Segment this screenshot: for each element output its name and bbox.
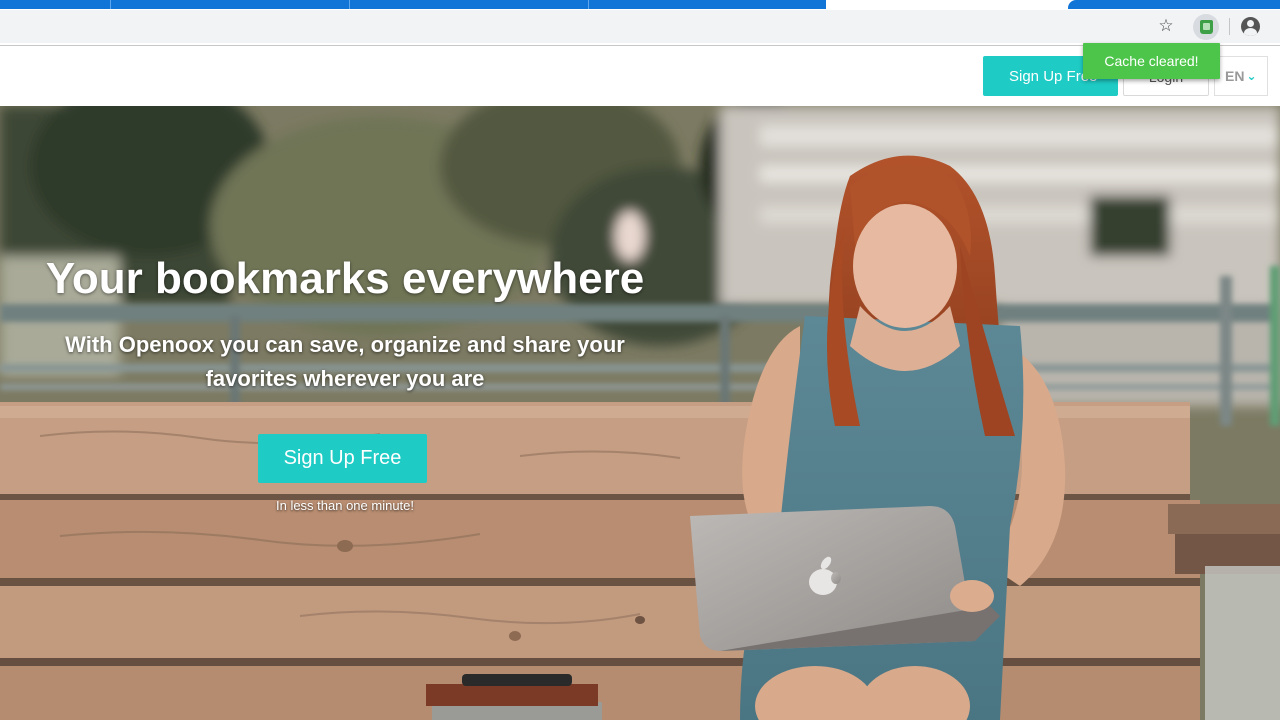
hero-subline: With Openoox you can save, organize and … <box>65 332 625 391</box>
language-select[interactable]: EN ⌄ <box>1214 56 1268 96</box>
hero-headline: Your bookmarks everywhere <box>45 254 645 303</box>
browser-toolbar <box>0 10 1280 43</box>
language-value: EN <box>1225 68 1245 84</box>
tab-separator <box>110 0 111 9</box>
hero-section: Your bookmarks everywhere With Openoox y… <box>0 106 1280 720</box>
browser-tabstrip <box>0 0 1280 10</box>
browser-tab[interactable] <box>0 0 826 9</box>
tab-separator <box>588 0 589 9</box>
tab-separator <box>349 0 350 9</box>
profile-icon[interactable] <box>1241 17 1260 36</box>
hero-content: Your bookmarks everywhere With Openoox y… <box>0 106 1280 720</box>
star-icon[interactable]: ☆ <box>1154 14 1178 38</box>
extension-glyph <box>1199 20 1213 34</box>
chevron-down-icon: ⌄ <box>1246 69 1257 83</box>
hero-signup-button[interactable]: Sign Up Free <box>258 434 427 483</box>
signup-hint: In less than one minute! <box>275 498 415 513</box>
cache-cleared-toast: Cache cleared! <box>1083 43 1220 79</box>
toolbar-separator <box>1229 18 1230 35</box>
extension-icon[interactable] <box>1193 14 1219 40</box>
browser-tab[interactable] <box>1068 0 1280 9</box>
